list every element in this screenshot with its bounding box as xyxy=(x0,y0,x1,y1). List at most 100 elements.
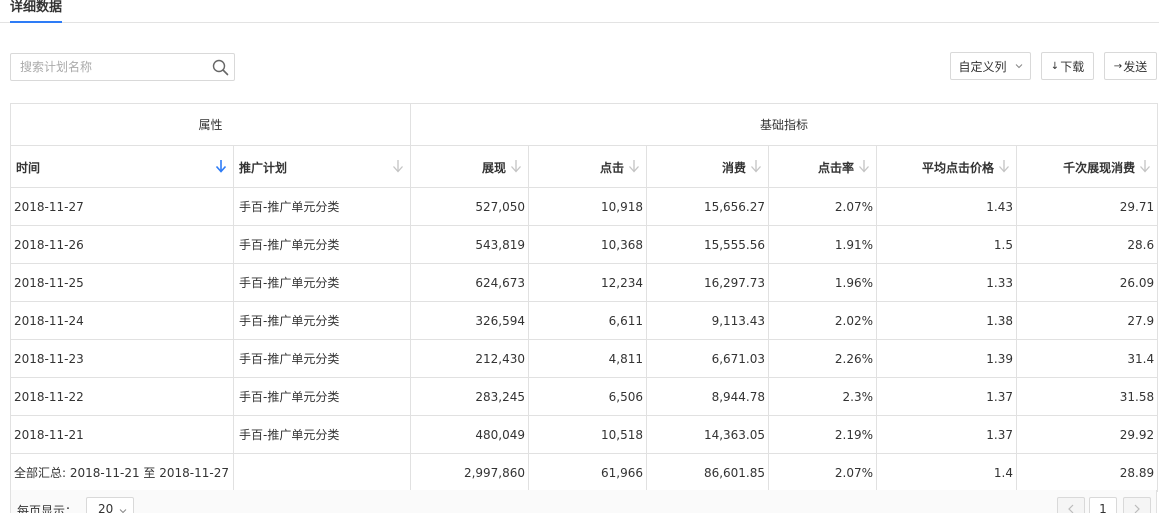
cell-impressions: 624,673 xyxy=(410,263,530,302)
sort-arrow-icon[interactable] xyxy=(510,159,522,173)
column-label: 千次展现消费 xyxy=(1063,161,1136,175)
cell-cost: 15,656.27 xyxy=(646,187,770,226)
cell-total-label: 全部汇总: 2018-11-21 至 2018-11-27 xyxy=(10,453,234,492)
cell-impressions: 480,049 xyxy=(410,415,530,454)
sort-arrow-icon[interactable] xyxy=(858,159,870,173)
cell-total-cost: 86,601.85 xyxy=(646,453,770,492)
cell-cost: 16,297.73 xyxy=(646,263,770,302)
sort-arrow-icon[interactable] xyxy=(392,159,404,173)
sort-arrow-icon[interactable] xyxy=(628,159,640,173)
table-row: 2018-11-25 手百-推广单元分类 624,673 12,234 16,2… xyxy=(10,263,1159,302)
per-page-value: 20 xyxy=(98,502,114,513)
table-header-row: 时间 推广计划 展现 点击 消费 点击率 平均点击价格 千次展现消费 xyxy=(10,145,1159,188)
tab-bar: 详细数据 xyxy=(0,0,1159,23)
column-header-time[interactable]: 时间 xyxy=(10,145,234,188)
search-box[interactable] xyxy=(10,53,235,81)
cell-cpm: 31.4 xyxy=(1016,339,1159,378)
cell-cpm: 28.6 xyxy=(1016,225,1159,264)
column-header-ctr[interactable]: 点击率 xyxy=(768,145,878,188)
sort-arrow-icon[interactable] xyxy=(215,159,227,173)
cell-cost: 8,944.78 xyxy=(646,377,770,416)
custom-columns-label: 自定义列 xyxy=(958,59,1007,74)
cell-avg-cpc: 1.37 xyxy=(876,377,1018,416)
column-label: 平均点击价格 xyxy=(922,161,995,175)
chevron-down-icon xyxy=(1015,64,1022,69)
group-header-attributes: 属性 xyxy=(9,103,412,146)
cell-clicks: 10,518 xyxy=(528,415,648,454)
next-page-button[interactable] xyxy=(1123,497,1151,513)
table-row: 2018-11-24 手百-推广单元分类 326,594 6,611 9,113… xyxy=(10,301,1159,340)
cell-clicks: 6,506 xyxy=(528,377,648,416)
cell-campaign: 手百-推广单元分类 xyxy=(232,377,412,416)
download-button[interactable]: ↓ 下载 xyxy=(1041,52,1094,80)
column-label: 消费 xyxy=(722,161,747,175)
column-label: 时间 xyxy=(16,161,41,175)
cell-clicks: 4,811 xyxy=(528,339,648,378)
tab-detail-data[interactable]: 详细数据 xyxy=(10,0,63,23)
column-label: 点击率 xyxy=(818,161,855,175)
cell-date: 2018-11-23 xyxy=(10,339,234,378)
cell-cost: 6,671.03 xyxy=(646,339,770,378)
cell-cpm: 26.09 xyxy=(1016,263,1159,302)
table-total-row: 全部汇总: 2018-11-21 至 2018-11-27 2,997,860 … xyxy=(10,453,1159,492)
column-label: 点击 xyxy=(600,161,625,175)
custom-columns-dropdown[interactable]: 自定义列 xyxy=(950,52,1031,80)
cell-date: 2018-11-26 xyxy=(10,225,234,264)
column-header-cost[interactable]: 消费 xyxy=(646,145,770,188)
cell-date: 2018-11-21 xyxy=(10,415,234,454)
table-group-header-row: 属性 基础指标 xyxy=(9,103,1159,146)
cell-date: 2018-11-22 xyxy=(10,377,234,416)
cell-ctr: 1.91% xyxy=(768,225,878,264)
cell-cost: 9,113.43 xyxy=(646,301,770,340)
chevron-right-icon xyxy=(1134,504,1140,513)
cell-cpm: 27.9 xyxy=(1016,301,1159,340)
cell-cpm: 29.92 xyxy=(1016,415,1159,454)
per-page-label: 每页显示： xyxy=(17,504,78,513)
column-header-clicks[interactable]: 点击 xyxy=(528,145,648,188)
column-header-campaign[interactable]: 推广计划 xyxy=(232,145,412,188)
per-page-select[interactable]: 20 xyxy=(86,497,134,513)
search-icon[interactable] xyxy=(212,59,229,76)
table-row: 2018-11-23 手百-推广单元分类 212,430 4,811 6,671… xyxy=(10,339,1159,378)
cell-ctr: 1.96% xyxy=(768,263,878,302)
cell-impressions: 283,245 xyxy=(410,377,530,416)
table-row: 2018-11-27 手百-推广单元分类 527,050 10,918 15,6… xyxy=(10,187,1159,226)
table-row: 2018-11-22 手百-推广单元分类 283,245 6,506 8,944… xyxy=(10,377,1159,416)
cell-campaign: 手百-推广单元分类 xyxy=(232,263,412,302)
search-input[interactable] xyxy=(11,54,206,80)
download-arrow-icon: ↓ xyxy=(1050,60,1060,72)
cell-campaign: 手百-推广单元分类 xyxy=(232,225,412,264)
cell-avg-cpc: 1.43 xyxy=(876,187,1018,226)
sort-arrow-icon[interactable] xyxy=(1139,159,1151,173)
download-label: 下载 xyxy=(1060,59,1085,74)
group-header-basic-metrics: 基础指标 xyxy=(410,103,1159,146)
cell-ctr: 2.3% xyxy=(768,377,878,416)
column-header-impressions[interactable]: 展现 xyxy=(410,145,530,188)
cell-impressions: 212,430 xyxy=(410,339,530,378)
cell-avg-cpc: 1.37 xyxy=(876,415,1018,454)
cell-clicks: 10,368 xyxy=(528,225,648,264)
cell-ctr: 2.02% xyxy=(768,301,878,340)
cell-date: 2018-11-27 xyxy=(10,187,234,226)
cell-total-impressions: 2,997,860 xyxy=(410,453,530,492)
cell-clicks: 12,234 xyxy=(528,263,648,302)
cell-cpm: 31.58 xyxy=(1016,377,1159,416)
cell-cost: 14,363.05 xyxy=(646,415,770,454)
sort-arrow-icon[interactable] xyxy=(998,159,1010,173)
cell-avg-cpc: 1.38 xyxy=(876,301,1018,340)
column-label: 推广计划 xyxy=(239,161,288,175)
prev-page-button[interactable] xyxy=(1057,497,1085,513)
column-label: 展现 xyxy=(482,161,507,175)
cell-ctr: 2.07% xyxy=(768,187,878,226)
cell-total-empty xyxy=(232,453,412,492)
page-button-current[interactable]: 1 xyxy=(1089,497,1117,513)
column-header-cpm[interactable]: 千次展现消费 xyxy=(1016,145,1159,188)
cell-date: 2018-11-24 xyxy=(10,301,234,340)
cell-avg-cpc: 1.39 xyxy=(876,339,1018,378)
send-button[interactable]: → 发送 xyxy=(1104,52,1157,80)
column-header-avg-cpc[interactable]: 平均点击价格 xyxy=(876,145,1018,188)
sort-arrow-icon[interactable] xyxy=(750,159,762,173)
cell-total-clicks: 61,966 xyxy=(528,453,648,492)
cell-avg-cpc: 1.33 xyxy=(876,263,1018,302)
cell-cost: 15,555.56 xyxy=(646,225,770,264)
